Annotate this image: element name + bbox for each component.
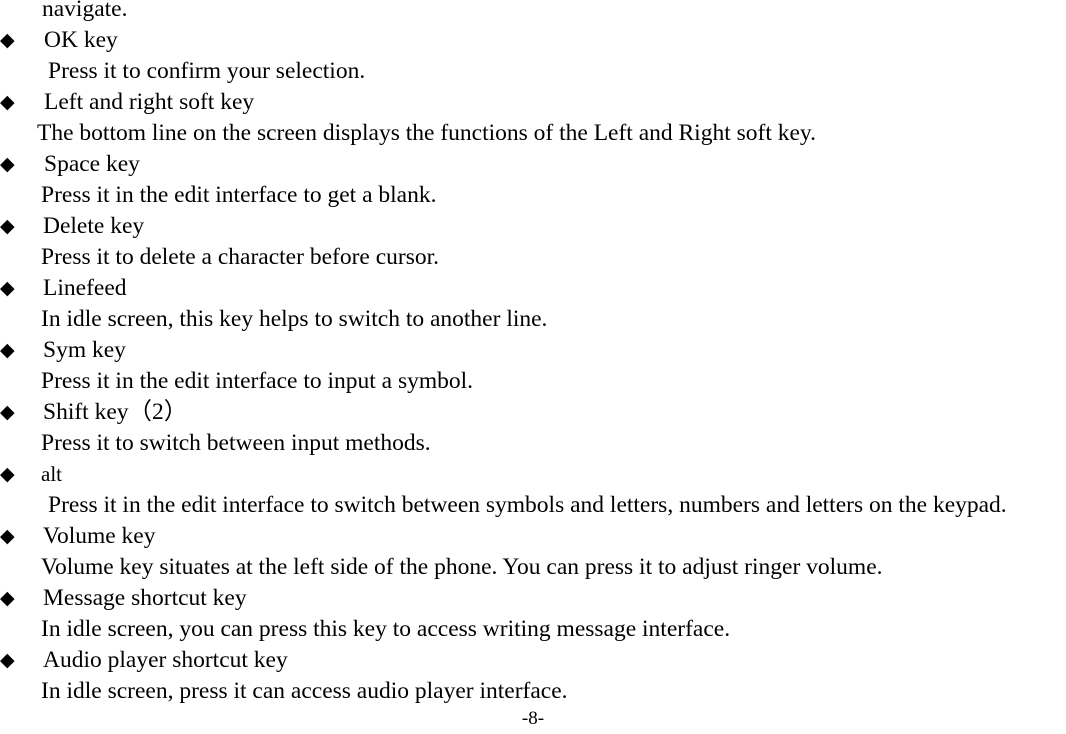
entry-description: Press it to delete a character before cu… (41, 244, 440, 270)
list-item: ◆ Volume key Volume key situates at the … (0, 521, 1066, 583)
entry-heading: alt (41, 462, 62, 486)
entry-heading: Linefeed (43, 275, 127, 301)
list-item: ◆ alt Press it in the edit interface to … (0, 459, 1066, 521)
diamond-bullet-icon: ◆ (0, 153, 15, 175)
page-number: -8- (521, 708, 545, 729)
diamond-bullet-icon: ◆ (0, 649, 15, 671)
entry-heading-row: ◆ Audio player shortcut key (0, 645, 1066, 676)
entry-heading: Sym key (43, 337, 126, 363)
entry-heading: Audio player shortcut key (43, 647, 288, 673)
entry-description: In idle screen, you can press this key t… (41, 616, 731, 642)
entry-heading-row: ◆ Message shortcut key (0, 583, 1066, 614)
entry-heading-row: ◆ Shift key（2） (0, 397, 1066, 428)
entry-description: Press it in the edit interface to input … (41, 368, 474, 394)
document-page: navigate. ◆ OK key Press it to confirm y… (0, 0, 1066, 734)
entry-heading: Message shortcut key (43, 585, 247, 611)
entry-description: Press it in the edit interface to get a … (41, 182, 437, 208)
entry-description: Volume key situates at the left side of … (41, 554, 883, 580)
entry-heading: Left and right soft key (44, 89, 255, 115)
diamond-bullet-icon: ◆ (0, 29, 15, 51)
entry-heading-row: ◆ OK key (0, 25, 1066, 56)
list-item: ◆ Delete key Press it to delete a charac… (0, 211, 1066, 273)
entry-heading-row: ◆ Sym key (0, 335, 1066, 366)
entry-heading: OK key (44, 27, 118, 53)
diamond-bullet-icon: ◆ (0, 401, 15, 423)
diamond-bullet-icon: ◆ (0, 525, 15, 547)
entry-description: Press it to switch between input methods… (41, 430, 431, 456)
key-description-list: ◆ OK key Press it to confirm your select… (0, 25, 1066, 707)
entry-heading: Space key (44, 151, 140, 177)
entry-heading-row: ◆ Delete key (0, 211, 1066, 242)
list-item: ◆ Sym key Press it in the edit interface… (0, 335, 1066, 397)
entry-heading-row: ◆ Linefeed (0, 273, 1066, 304)
list-item: ◆ Message shortcut key In idle screen, y… (0, 583, 1066, 645)
entry-description: In idle screen, press it can access audi… (41, 678, 568, 704)
list-item: ◆ Space key Press it in the edit interfa… (0, 149, 1066, 211)
list-item: ◆ Audio player shortcut key In idle scre… (0, 645, 1066, 707)
entry-heading-row: ◆ alt (0, 459, 1066, 490)
list-item: ◆ Linefeed In idle screen, this key help… (0, 273, 1066, 335)
entry-heading-row: ◆ Space key (0, 149, 1066, 180)
entry-description: Press it to confirm your selection. (48, 58, 366, 84)
diamond-bullet-icon: ◆ (0, 339, 15, 361)
list-item: ◆ OK key Press it to confirm your select… (0, 25, 1066, 87)
entry-description: In idle screen, this key helps to switch… (41, 306, 548, 332)
entry-heading-row: ◆ Left and right soft key (0, 87, 1066, 118)
list-item: ◆ Shift key（2） Press it to switch betwee… (0, 397, 1066, 459)
diamond-bullet-icon: ◆ (0, 587, 15, 609)
continuation-line: navigate. (42, 0, 128, 22)
entry-heading: Shift key（2） (43, 399, 188, 425)
list-item: ◆ Left and right soft key The bottom lin… (0, 87, 1066, 149)
entry-heading: Volume key (43, 523, 156, 549)
entry-description: Press it in the edit interface to switch… (48, 492, 1007, 518)
entry-heading: Delete key (43, 213, 145, 239)
diamond-bullet-icon: ◆ (0, 463, 15, 485)
entry-heading-row: ◆ Volume key (0, 521, 1066, 552)
diamond-bullet-icon: ◆ (0, 215, 15, 237)
entry-description: The bottom line on the screen displays t… (37, 120, 817, 146)
diamond-bullet-icon: ◆ (0, 91, 15, 113)
diamond-bullet-icon: ◆ (0, 277, 15, 299)
